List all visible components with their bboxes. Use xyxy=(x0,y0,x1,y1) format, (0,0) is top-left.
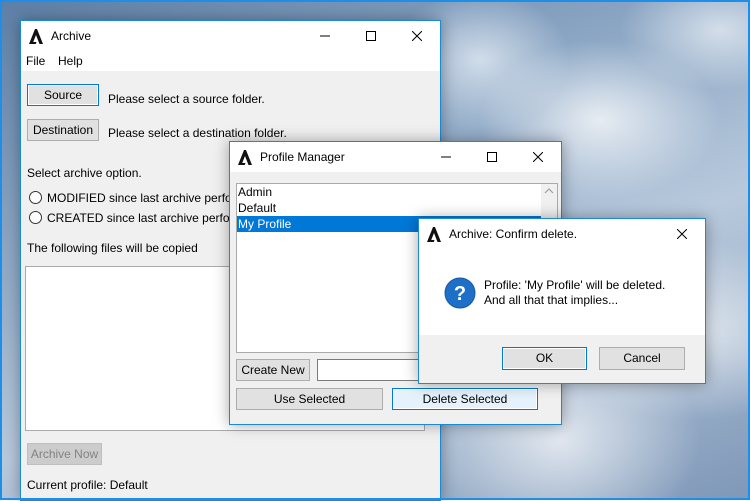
source-button[interactable]: Source xyxy=(27,84,99,106)
app-logo-icon xyxy=(28,28,44,44)
close-button[interactable] xyxy=(394,21,440,51)
maximize-button[interactable] xyxy=(469,142,515,172)
menu-bar: File Help xyxy=(21,51,440,71)
cancel-button[interactable]: Cancel xyxy=(599,347,685,370)
confirm-dialog-titlebar[interactable]: Archive: Confirm delete. xyxy=(419,219,705,249)
minimize-icon xyxy=(320,35,330,37)
close-icon xyxy=(533,152,543,162)
svg-text:?: ? xyxy=(454,283,466,305)
confirm-dialog-footer: OK Cancel xyxy=(419,335,705,383)
files-list-label: The following files will be copied xyxy=(27,241,198,255)
app-logo-icon xyxy=(426,226,442,242)
profile-manager-titlebar[interactable]: Profile Manager xyxy=(230,142,561,172)
destination-status-label: Please select a destination folder. xyxy=(108,126,287,140)
close-button[interactable] xyxy=(659,219,705,249)
confirm-dialog-title: Archive: Confirm delete. xyxy=(449,227,578,241)
modified-radio[interactable] xyxy=(29,191,42,204)
archive-now-button[interactable]: Archive Now xyxy=(27,443,102,465)
minimize-icon xyxy=(441,156,451,158)
ok-button[interactable]: OK xyxy=(502,347,587,370)
archive-option-label: Select archive option. xyxy=(27,166,142,180)
maximize-button[interactable] xyxy=(348,21,394,51)
question-icon: ? xyxy=(444,277,476,312)
confirm-dialog-body: ? Profile: 'My Profile' will be deleted.… xyxy=(419,249,705,335)
menu-file[interactable]: File xyxy=(26,54,45,68)
profile-manager-title: Profile Manager xyxy=(260,150,345,164)
confirm-delete-dialog: Archive: Confirm delete. ? Profile: 'My … xyxy=(418,218,706,384)
maximize-icon xyxy=(366,31,376,41)
source-status-label: Please select a source folder. xyxy=(108,92,265,106)
use-selected-button[interactable]: Use Selected xyxy=(236,388,383,410)
menu-help[interactable]: Help xyxy=(58,54,83,68)
app-logo-icon xyxy=(237,149,253,165)
minimize-button[interactable] xyxy=(423,142,469,172)
destination-button[interactable]: Destination xyxy=(27,119,99,141)
profile-list-item[interactable]: Admin xyxy=(237,184,557,200)
current-profile-label: Current profile: Default xyxy=(27,478,148,492)
scroll-up-icon[interactable] xyxy=(541,184,557,198)
archive-titlebar[interactable]: Archive xyxy=(21,21,440,51)
maximize-icon xyxy=(487,152,497,162)
confirm-message-line2: And all that that implies... xyxy=(484,293,619,307)
confirm-message-line1: Profile: 'My Profile' will be deleted. xyxy=(484,278,666,292)
close-icon xyxy=(677,229,687,239)
delete-selected-button[interactable]: Delete Selected xyxy=(392,388,538,410)
created-radio[interactable] xyxy=(29,211,42,224)
archive-window-title: Archive xyxy=(51,29,92,43)
close-button[interactable] xyxy=(515,142,561,172)
minimize-button[interactable] xyxy=(302,21,348,51)
create-new-button[interactable]: Create New xyxy=(236,359,310,381)
close-icon xyxy=(412,31,422,41)
profile-list-item[interactable]: Default xyxy=(237,200,557,216)
